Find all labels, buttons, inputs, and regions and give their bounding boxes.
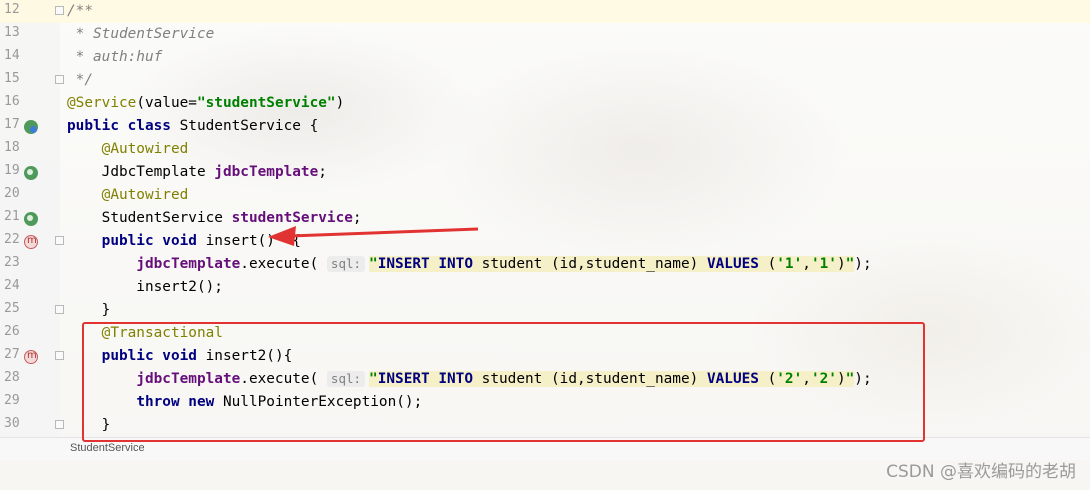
annotation-arrow: [268, 226, 479, 246]
arrow-shaft: [289, 227, 479, 238]
arrow-head: [268, 226, 296, 246]
watermark: CSDN @喜欢编码的老胡: [886, 462, 1076, 482]
